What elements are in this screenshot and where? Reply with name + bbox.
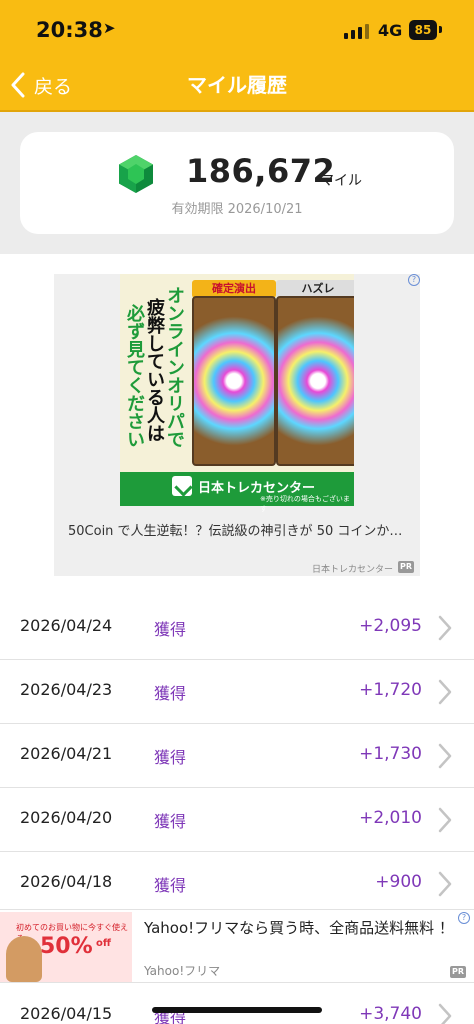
- history-amount: +1,730: [359, 744, 422, 764]
- chevron-left-icon: [11, 72, 25, 98]
- signal-icon: [344, 23, 370, 39]
- app-header: 20:38 ➤ 4G 85 マイル履歴 戻る: [0, 0, 474, 112]
- history-type: 獲得: [154, 684, 187, 703]
- status-bar: 20:38 ➤ 4G 85: [0, 0, 474, 62]
- history-date: 2026/04/24: [20, 616, 113, 635]
- history-type: 獲得: [154, 620, 187, 639]
- banner-ad-image[interactable]: 初めてのお買い物に今すぐ使える 50% off: [0, 912, 132, 982]
- ad-info-icon[interactable]: ?: [408, 274, 420, 286]
- cat-image: [6, 936, 42, 982]
- history-date: 2026/04/21: [20, 744, 113, 763]
- ad-vertical-text-3: 必ず見てください: [124, 304, 145, 448]
- ad-sponsor: 日本トレカセンター: [312, 565, 394, 575]
- history-date: 2026/04/18: [20, 872, 113, 891]
- ad-fine-print: ※売り切れの場合もございます: [260, 495, 350, 513]
- banner-ad[interactable]: 初めてのお買い物に今すぐ使える 50% off Yahoo!フリマなら買う時、全…: [0, 909, 474, 983]
- ad-headline[interactable]: 50Coin で人生逆転！？伝説級の神引きが 50 コインか…: [68, 520, 402, 539]
- location-arrow-icon: ➤: [103, 19, 116, 37]
- ad-slot-image-left: [192, 296, 276, 466]
- battery-tip: [439, 26, 442, 33]
- history-amount: +1,720: [359, 680, 422, 700]
- chevron-right-icon: [438, 871, 452, 897]
- ad-creative-panel: オンラインオリパで 疲弊している人は 必ず見てください 確定演出 ハズレ: [120, 274, 354, 472]
- ad-creative[interactable]: オンラインオリパで 疲弊している人は 必ず見てください 確定演出 ハズレ 日本ト…: [120, 274, 354, 513]
- back-label: 戻る: [34, 75, 73, 98]
- battery-icon: 85: [409, 20, 437, 40]
- back-button[interactable]: 戻る: [10, 70, 72, 100]
- history-amount: +3,740: [359, 1004, 422, 1024]
- banner-ad-off: off: [96, 938, 111, 949]
- pr-badge: PR: [450, 966, 466, 978]
- ad-info-icon[interactable]: ?: [458, 912, 470, 924]
- history-row[interactable]: 2026/04/21 獲得 +1,730: [0, 724, 474, 788]
- emerald-gem-icon: [119, 155, 153, 193]
- home-indicator[interactable]: [152, 1007, 322, 1013]
- history-date: 2026/04/15: [20, 1004, 113, 1023]
- history-date: 2026/04/20: [20, 808, 113, 827]
- history-row[interactable]: 2026/04/15 獲得 +3,740: [0, 984, 474, 1024]
- ad-brand-bar: 日本トレカセンター ※売り切れの場合もございます: [120, 472, 354, 513]
- status-time: 20:38: [36, 18, 103, 42]
- history-type: 獲得: [154, 812, 187, 831]
- banner-ad-percent: 50%: [40, 934, 93, 959]
- banner-ad-text[interactable]: Yahoo!フリマなら買う時、全商品送料無料 ！: [144, 918, 459, 939]
- chevron-right-icon: [438, 807, 452, 833]
- chevron-right-icon: [438, 1003, 452, 1024]
- history-date: 2026/04/23: [20, 680, 113, 699]
- network-type: 4G: [378, 21, 403, 40]
- miles-balance-card: 186,672 マイル 有効期限 2026/10/21: [20, 132, 454, 234]
- miles-expiry: 有効期限 2026/10/21: [171, 202, 303, 217]
- chevron-right-icon: [438, 679, 452, 705]
- chevron-right-icon: [438, 743, 452, 769]
- history-amount: +900: [375, 872, 422, 892]
- banner-ad-brand: Yahoo!フリマ: [144, 964, 221, 978]
- display-ad[interactable]: オンラインオリパで 疲弊している人は 必ず見てください 確定演出 ハズレ 日本ト…: [54, 274, 420, 576]
- history-row[interactable]: 2026/04/20 獲得 +2,010: [0, 788, 474, 852]
- chevron-right-icon: [438, 615, 452, 641]
- history-row[interactable]: 2026/04/24 獲得 +2,095: [0, 596, 474, 660]
- history-amount: +2,010: [359, 808, 422, 828]
- check-logo-icon: [172, 476, 192, 496]
- history-row[interactable]: 2026/04/23 獲得 +1,720: [0, 660, 474, 724]
- miles-unit: マイル: [320, 173, 362, 189]
- miles-balance-value: 186,672: [186, 152, 336, 190]
- ad-slot-image-right: [276, 296, 354, 466]
- history-type: 獲得: [154, 748, 187, 767]
- history-row[interactable]: 2026/04/18 獲得 +900: [0, 852, 474, 916]
- history-type: 獲得: [154, 876, 187, 895]
- history-amount: +2,095: [359, 616, 422, 636]
- pr-badge: PR: [398, 561, 414, 573]
